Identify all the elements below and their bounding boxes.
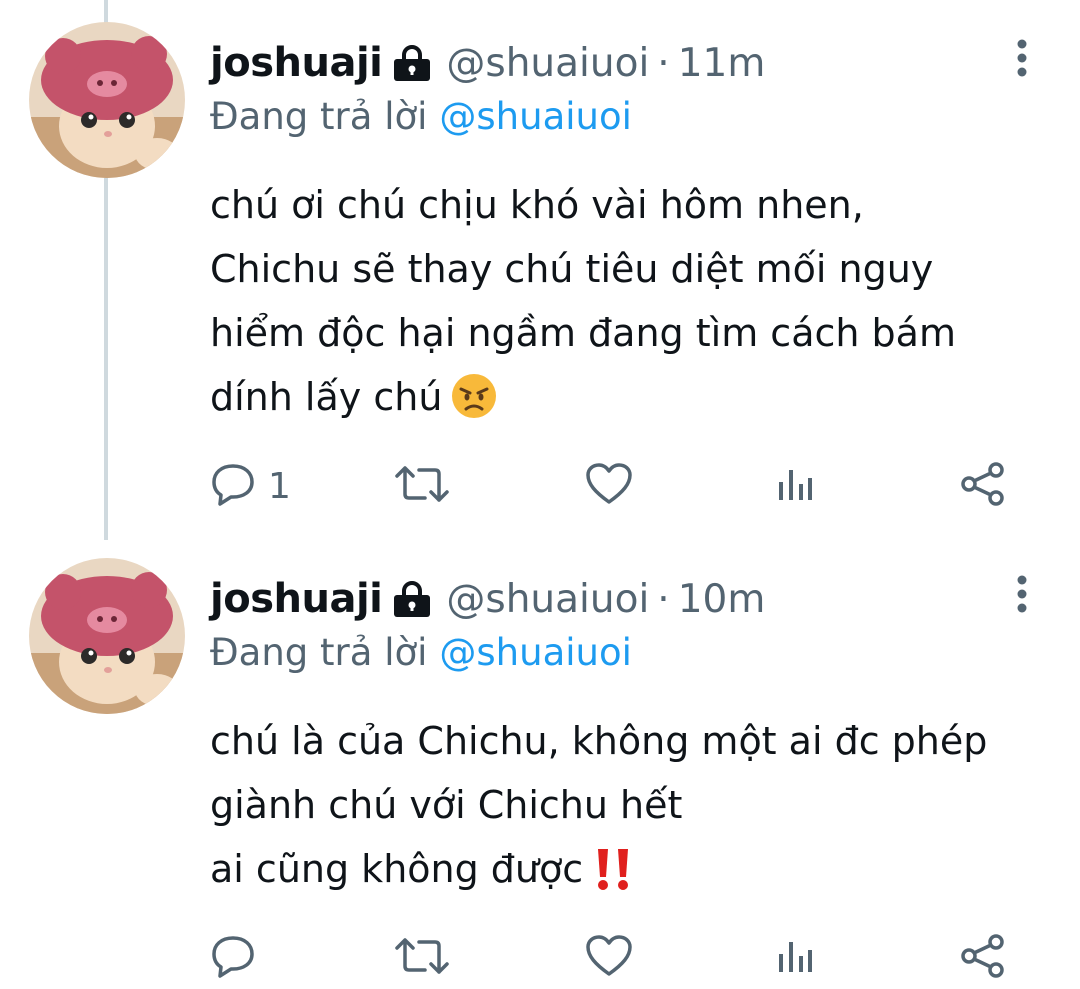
share-button[interactable] — [960, 930, 1006, 986]
tweet-text-line: Chichu sẽ thay chú tiêu diệt mối nguy — [210, 247, 934, 291]
share-icon — [960, 934, 1006, 982]
replying-to: Đang trả lời @shuaiuoi — [210, 95, 632, 138]
avatar[interactable] — [29, 558, 185, 714]
more-vertical-icon[interactable] — [1012, 38, 1032, 78]
reply-count: 1 — [268, 465, 291, 507]
tweet-text-line: hiểm độc hại ngầm đang tìm cách bám — [210, 311, 956, 355]
views-icon — [775, 936, 815, 980]
tweet-text-line: chú ơi chú chịu khó vài hôm nhen, — [210, 183, 864, 227]
lock-icon — [392, 45, 432, 81]
like-button[interactable] — [585, 458, 645, 514]
mention-link[interactable]: @shuaiuoi — [439, 95, 632, 138]
tweet-actions — [210, 930, 1030, 986]
angry-face-emoji — [450, 372, 498, 439]
views-icon — [775, 464, 815, 508]
more-vertical-icon[interactable] — [1012, 574, 1032, 614]
heart-icon — [585, 934, 633, 982]
retweet-icon — [395, 936, 449, 980]
avatar[interactable] — [29, 22, 185, 178]
tweet-header: joshuaji @shuaiuoi · 11m — [210, 34, 765, 92]
tweet-header: joshuaji @shuaiuoi · 10m — [210, 570, 765, 628]
views-button[interactable] — [775, 458, 827, 514]
tweet-actions: 1 — [210, 458, 1030, 514]
timestamp[interactable]: 11m — [678, 41, 766, 86]
display-name[interactable]: joshuaji — [210, 40, 383, 86]
user-handle[interactable]: @shuaiuoi — [446, 41, 649, 86]
retweet-button[interactable] — [395, 930, 461, 986]
retweet-icon — [395, 464, 449, 508]
double-exclamation-emoji — [591, 846, 635, 911]
replying-to-label: Đang trả lời — [210, 631, 428, 674]
reply-icon — [210, 934, 256, 982]
tweet-text-fragment: dính lấy chú — [210, 375, 443, 419]
tweet-text: chú là của Chichu, không một ai đc phép … — [210, 709, 1060, 911]
replying-to-label: Đang trả lời — [210, 95, 428, 138]
separator-dot: · — [657, 40, 670, 86]
display-name[interactable]: joshuaji — [210, 576, 383, 622]
heart-icon — [585, 462, 633, 510]
reply-button[interactable]: 1 — [210, 458, 291, 514]
tweet-text: chú ơi chú chịu khó vài hôm nhen, Chichu… — [210, 173, 1060, 439]
retweet-button[interactable] — [395, 458, 461, 514]
tweet-text-line-last: dính lấy chú — [210, 365, 1060, 439]
reply-button[interactable] — [210, 930, 268, 986]
reply-icon — [210, 462, 256, 510]
share-button[interactable] — [960, 458, 1006, 514]
lock-icon — [392, 581, 432, 617]
tweet[interactable]: joshuaji @shuaiuoi · 10m Đang trả lời @sh… — [0, 545, 1080, 989]
tweet-text-line-last: ai cũng không được — [210, 837, 1060, 911]
tweet-text-line: giành chú với Chichu hết — [210, 783, 683, 827]
like-button[interactable] — [585, 930, 645, 986]
user-handle[interactable]: @shuaiuoi — [446, 577, 649, 622]
tweet-text-line: chú là của Chichu, không một ai đc phép — [210, 719, 988, 763]
timestamp[interactable]: 10m — [678, 577, 766, 622]
tweet-text-fragment: ai cũng không được — [210, 847, 584, 891]
separator-dot: · — [657, 576, 670, 622]
share-icon — [960, 462, 1006, 510]
replying-to: Đang trả lời @shuaiuoi — [210, 631, 632, 674]
tweet[interactable]: joshuaji @shuaiuoi · 11m Đang trả lời @sh… — [0, 0, 1080, 545]
mention-link[interactable]: @shuaiuoi — [439, 631, 632, 674]
views-button[interactable] — [775, 930, 827, 986]
